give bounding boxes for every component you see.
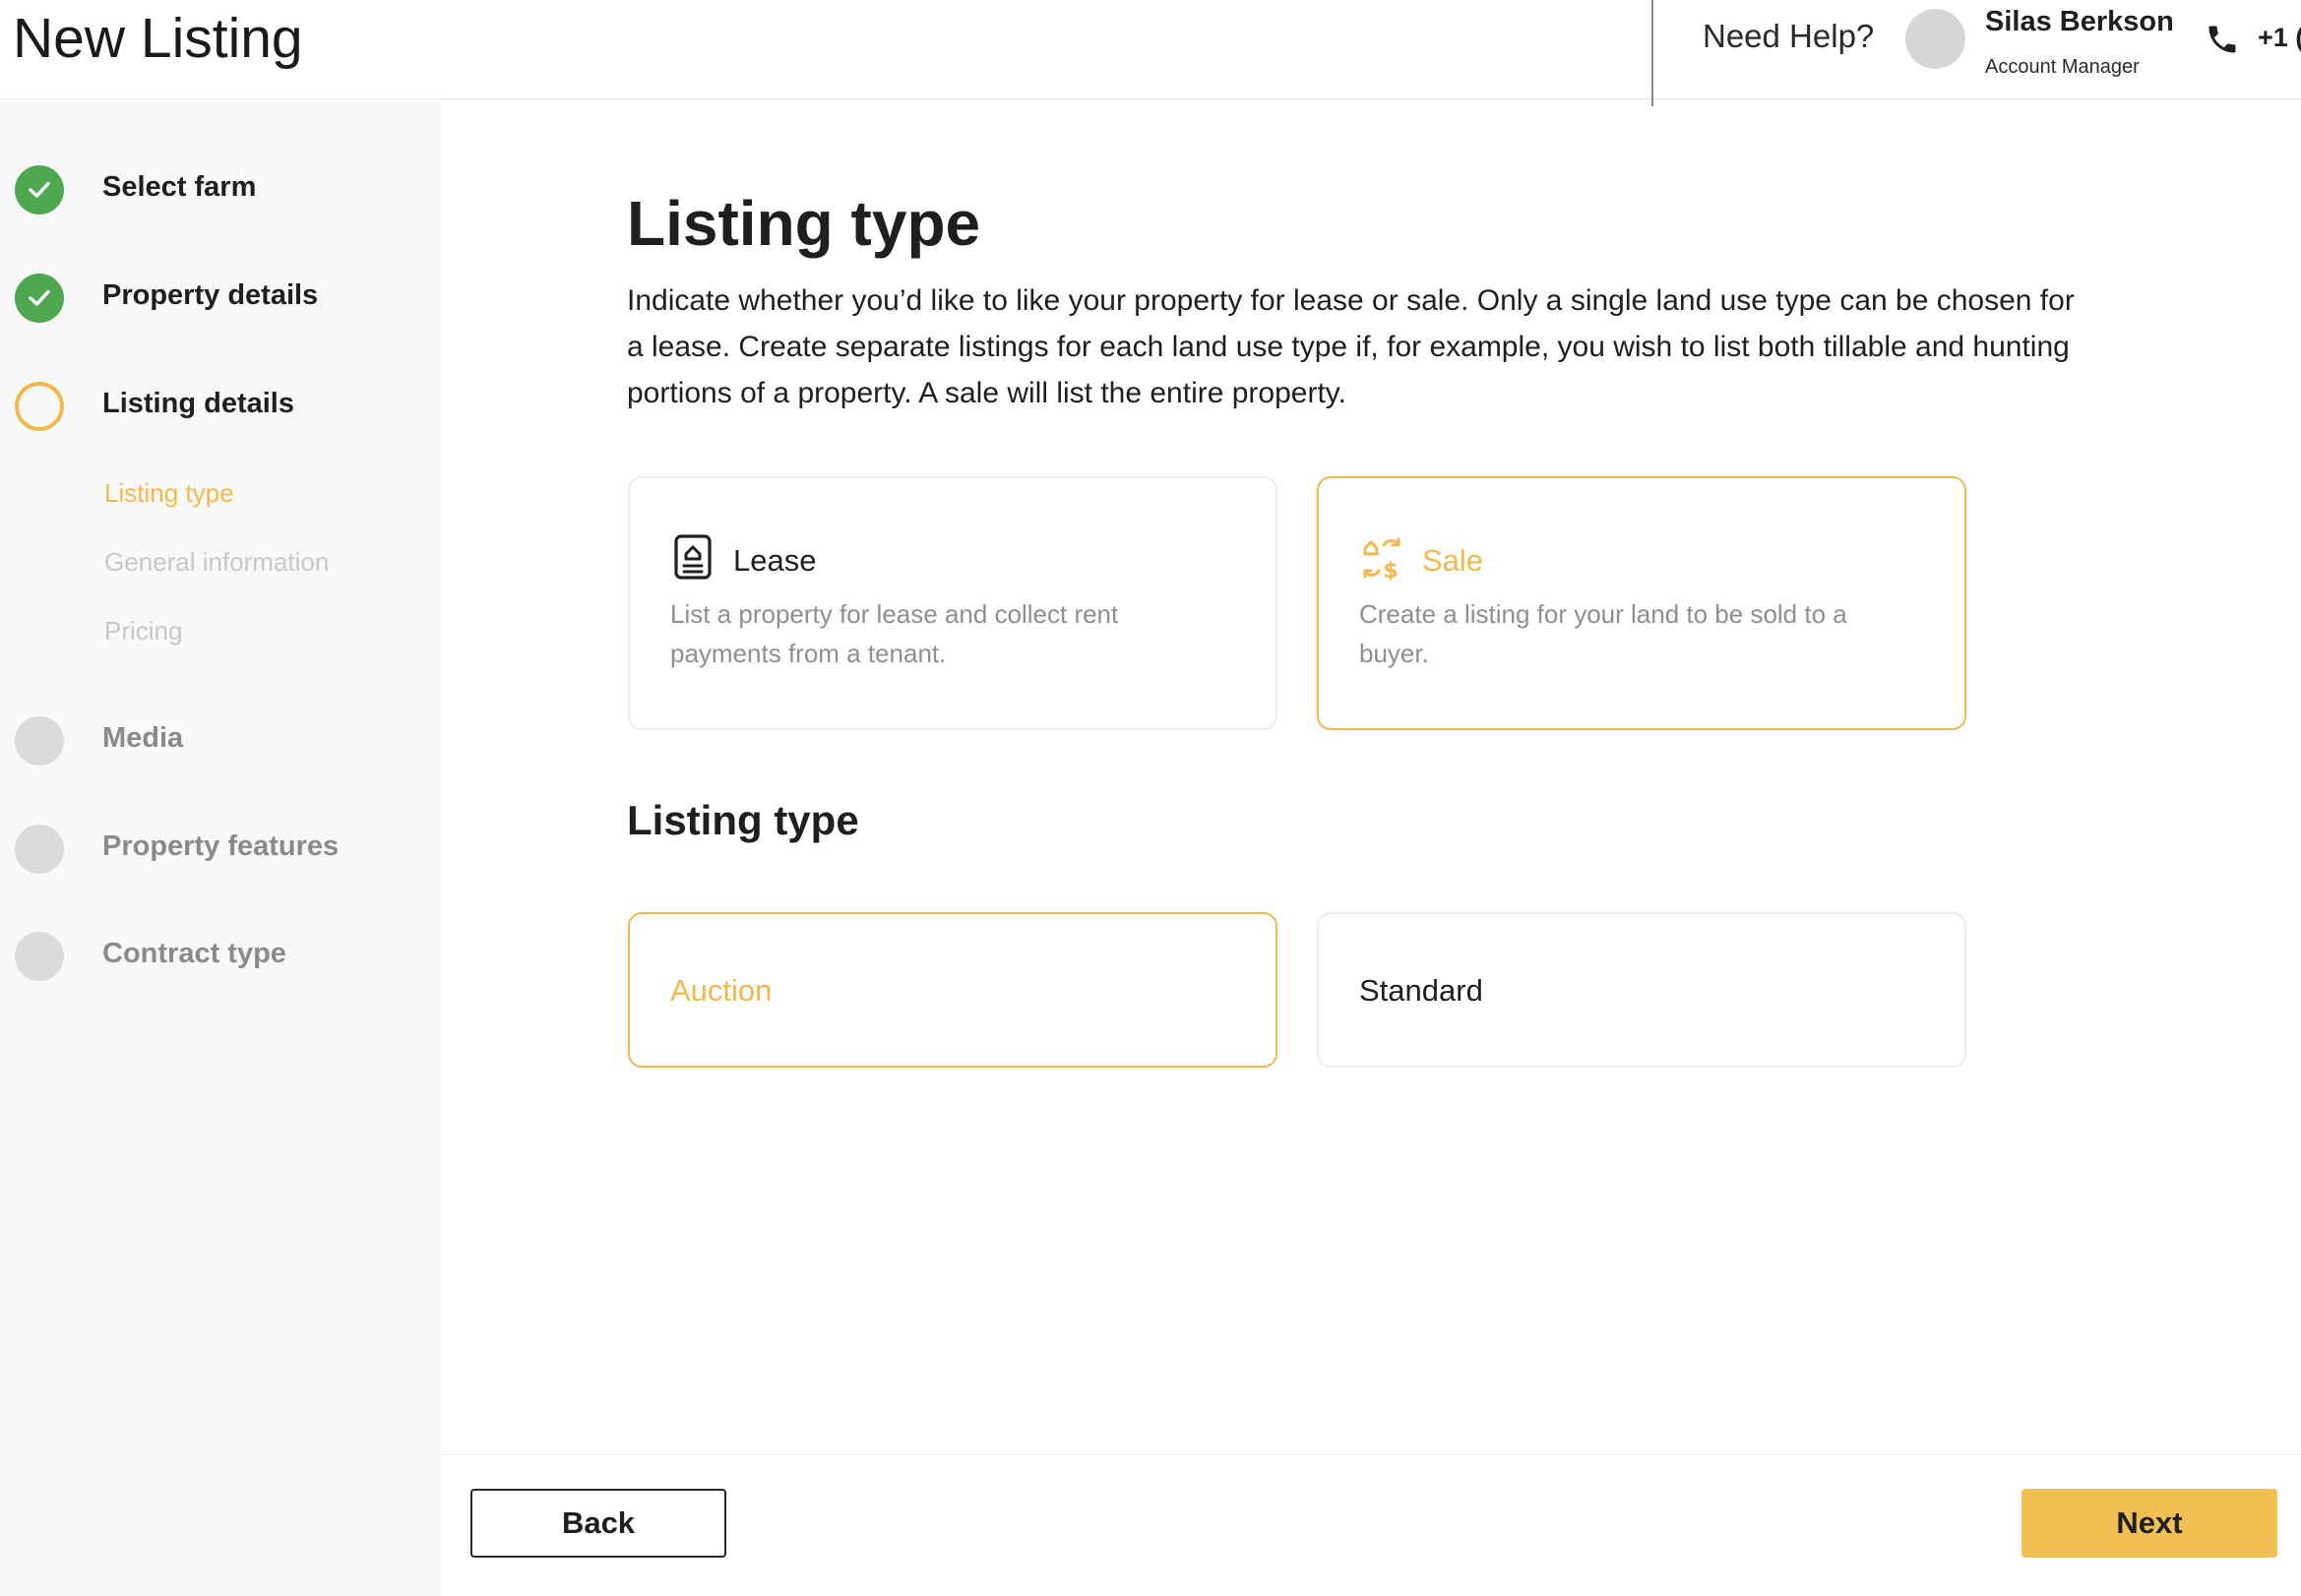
avatar bbox=[1905, 9, 1965, 69]
step-label: Property features bbox=[102, 830, 340, 862]
step-label: Select farm bbox=[102, 171, 257, 203]
auction-option[interactable]: Auction bbox=[628, 912, 1277, 1068]
pending-step-dot-icon bbox=[15, 716, 64, 766]
check-icon bbox=[15, 274, 64, 323]
sale-title: Sale bbox=[1422, 543, 1484, 578]
header-divider bbox=[1651, 0, 1653, 106]
step-label: Property details bbox=[102, 279, 319, 311]
next-button[interactable]: Next bbox=[2021, 1489, 2277, 1558]
sale-exchange-icon: $ bbox=[1363, 537, 1400, 581]
steps-sidebar: Select farm Property details Listing det… bbox=[0, 100, 441, 1596]
phone-icon[interactable] bbox=[2205, 22, 2240, 57]
section-heading: Listing type bbox=[627, 188, 981, 259]
substep-pricing[interactable]: Pricing bbox=[104, 616, 182, 646]
step-contract-type[interactable]: Contract type bbox=[0, 928, 441, 983]
need-help-link[interactable]: Need Help? bbox=[1703, 18, 1874, 55]
svg-text:$: $ bbox=[1383, 559, 1398, 581]
step-label: Media bbox=[102, 722, 184, 754]
auction-label: Auction bbox=[670, 973, 773, 1008]
step-property-features[interactable]: Property features bbox=[0, 821, 441, 876]
step-property-details[interactable]: Property details bbox=[0, 270, 441, 325]
substep-listing-type[interactable]: Listing type bbox=[104, 478, 234, 509]
back-button[interactable]: Back bbox=[470, 1489, 726, 1558]
sale-description: Create a listing for your land to be sol… bbox=[1359, 599, 1847, 668]
pending-step-dot-icon bbox=[15, 825, 64, 874]
standard-label: Standard bbox=[1359, 973, 1483, 1008]
pending-step-dot-icon bbox=[15, 932, 64, 981]
check-icon bbox=[15, 165, 64, 215]
phone-number[interactable]: +1 ( bbox=[2258, 23, 2301, 53]
lease-option-card[interactable]: Lease List a property for lease and coll… bbox=[628, 476, 1277, 730]
step-listing-details[interactable]: Listing details bbox=[0, 378, 441, 433]
step-select-farm[interactable]: Select farm bbox=[0, 161, 441, 216]
account-manager-name: Silas Berkson bbox=[1985, 6, 2174, 37]
section-description: Indicate whether you’d like to like your… bbox=[627, 284, 2075, 409]
current-step-ring-icon bbox=[15, 382, 64, 431]
lease-title: Lease bbox=[733, 543, 817, 578]
lease-document-icon bbox=[674, 534, 712, 580]
sale-type-heading: Listing type bbox=[627, 797, 859, 843]
page-title: New Listing bbox=[13, 7, 303, 70]
lease-description: List a property for lease and collect re… bbox=[670, 599, 1119, 668]
substep-general-information[interactable]: General information bbox=[104, 547, 329, 578]
account-manager-role: Account Manager bbox=[1985, 56, 2140, 78]
top-header: New Listing Need Help? Silas Berkson Acc… bbox=[0, 0, 2301, 106]
step-media[interactable]: Media bbox=[0, 712, 441, 767]
sale-option-card[interactable]: $ Sale Create a listing for your land to… bbox=[1317, 476, 1966, 730]
standard-option[interactable]: Standard bbox=[1317, 912, 1966, 1068]
step-label: Contract type bbox=[102, 938, 286, 969]
step-label: Listing details bbox=[102, 388, 294, 419]
